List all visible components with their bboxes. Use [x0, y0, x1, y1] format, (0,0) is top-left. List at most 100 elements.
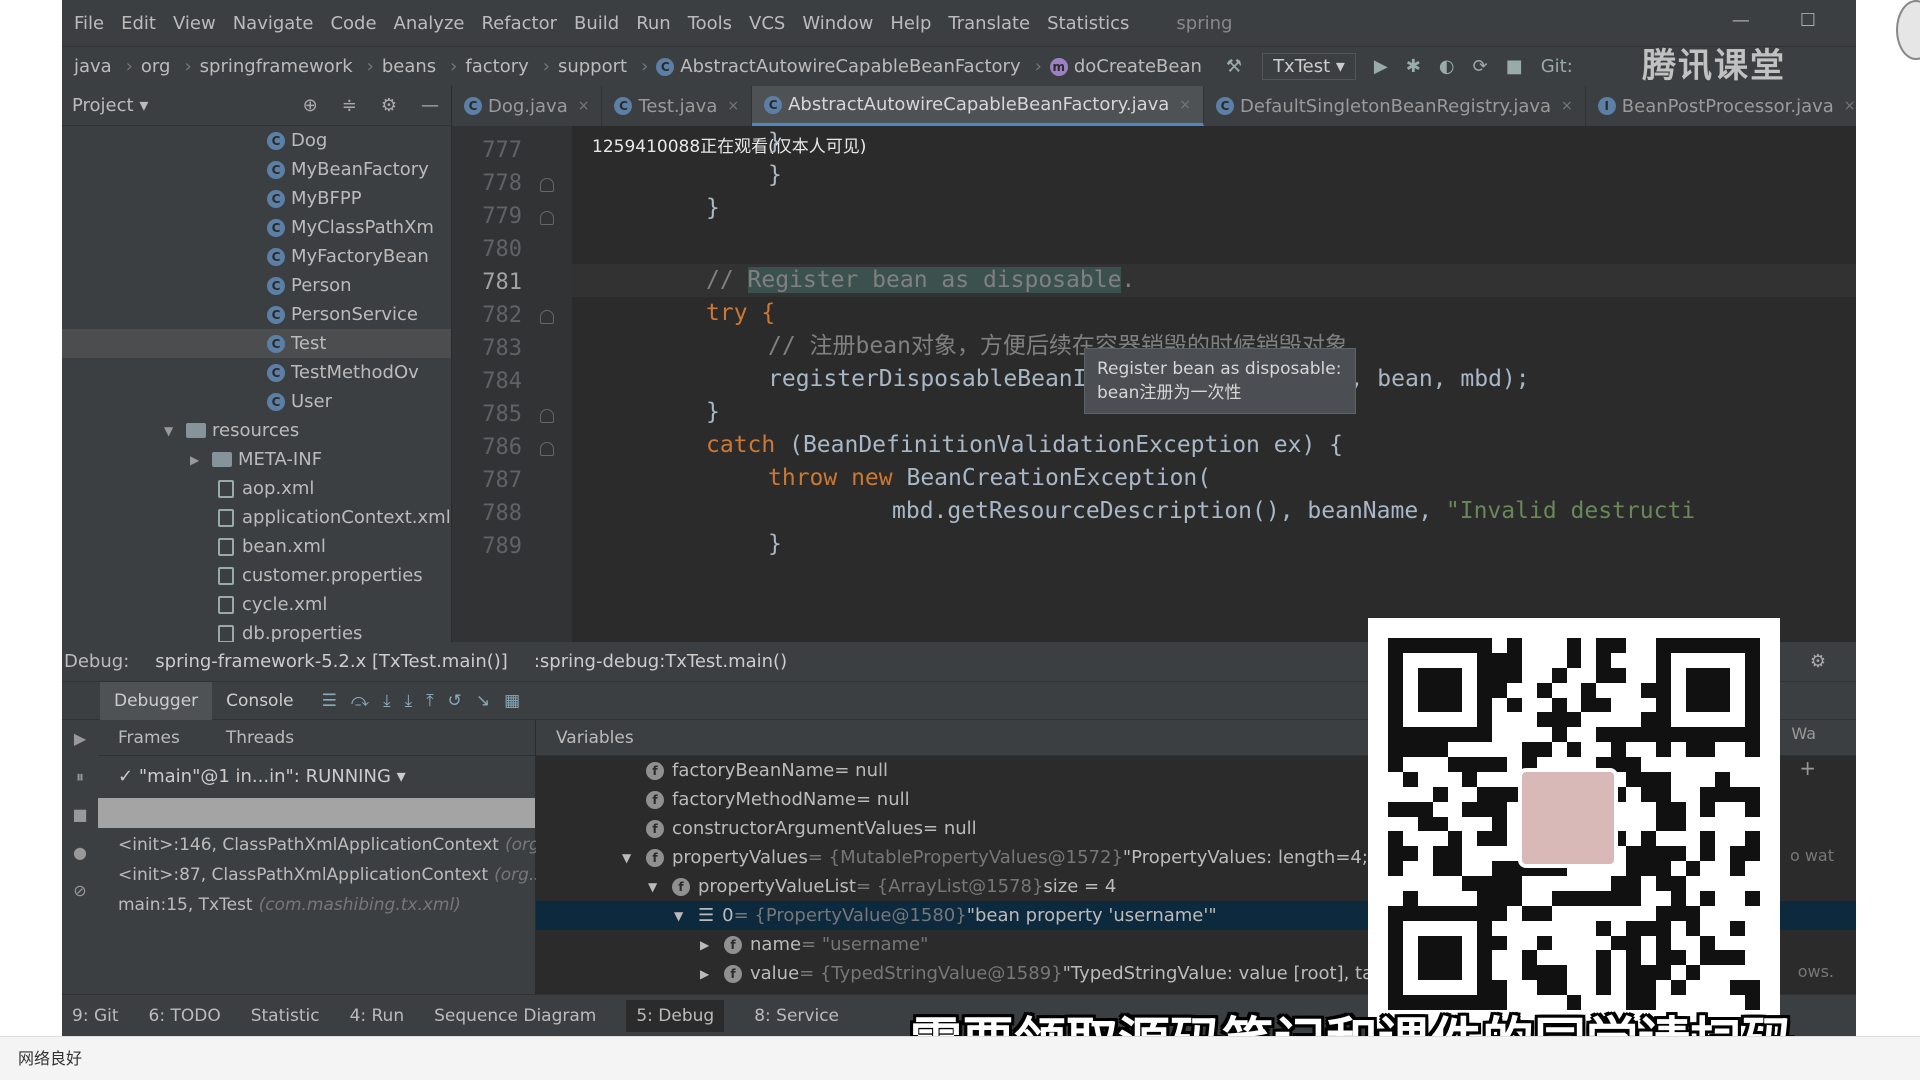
menu-file[interactable]: File — [74, 13, 104, 34]
tab-bean-post-processor[interactable]: I BeanPostProcessor.java × — [1586, 86, 1856, 126]
run-config-select[interactable]: TxTest ▾ — [1262, 53, 1356, 80]
fold-marker[interactable] — [540, 310, 554, 324]
tab-abstract-autowire-active[interactable]: C AbstractAutowireCapableBeanFactory.java… — [752, 86, 1205, 126]
tree-item[interactable]: customer.properties — [62, 561, 451, 590]
tree-item[interactable]: C TestMethodOv — [62, 358, 451, 387]
tab-frames[interactable]: Frames — [98, 728, 206, 748]
chevron-right-icon[interactable]: ▶ — [700, 938, 724, 952]
fold-marker[interactable] — [540, 409, 554, 423]
menu-tools[interactable]: Tools — [688, 13, 732, 34]
chevron-right-icon[interactable]: ▶ — [190, 453, 204, 467]
watches-label[interactable]: Wa — [1791, 724, 1816, 743]
frame-selected[interactable] — [98, 798, 535, 828]
tool-sequence-diagram[interactable]: Sequence Diagram — [434, 1006, 596, 1026]
hammer-icon[interactable]: ⚒ — [1226, 56, 1242, 77]
breadcrumb-java[interactable]: java — [74, 56, 112, 77]
stop-icon[interactable]: ■ — [62, 796, 98, 834]
tree-folder[interactable]: ▶ META-INF — [62, 445, 451, 474]
collapse-icon[interactable]: ≑ — [342, 95, 357, 116]
coverage-icon[interactable]: ◐ — [1439, 56, 1455, 77]
tool-statistic[interactable]: Statistic — [251, 1006, 320, 1026]
menu-vcs[interactable]: VCS — [749, 13, 785, 34]
breadcrumb-class[interactable]: AbstractAutowireCapableBeanFactory — [680, 56, 1020, 77]
debug-session-tab[interactable]: :spring-debug:TxTest.main() — [534, 651, 787, 672]
thread-select[interactable]: ✓ "main"@1 in...in": RUNNING ▾ — [98, 756, 535, 796]
menu-run[interactable]: Run — [636, 13, 671, 34]
menu-analyze[interactable]: Analyze — [394, 13, 465, 34]
step-into-icon[interactable]: ⤓ — [383, 691, 391, 711]
menu-code[interactable]: Code — [330, 13, 376, 34]
tree-item[interactable]: C MyFactoryBean — [62, 242, 451, 271]
menu-translate[interactable]: Translate — [948, 13, 1030, 34]
tool-todo[interactable]: 6: TODO — [149, 1006, 221, 1026]
force-step-into-icon[interactable]: ⤓ — [405, 691, 413, 711]
close-icon[interactable]: × — [727, 98, 739, 114]
tool-debug[interactable]: 5: Debug — [626, 999, 725, 1032]
fold-marker[interactable] — [540, 211, 554, 225]
breadcrumb-springframework[interactable]: springframework — [200, 56, 353, 77]
stack-frame[interactable]: main:15, TxTest (com.mashibing.tx.xml) — [98, 890, 535, 920]
tree-item[interactable]: bean.xml — [62, 532, 451, 561]
tree-item[interactable]: C User — [62, 387, 451, 416]
run-icon[interactable]: ▶ — [1374, 56, 1388, 77]
tool-service[interactable]: 8: Service — [754, 1006, 839, 1026]
step-out-icon[interactable]: ⤒ — [426, 691, 434, 711]
tree-item[interactable]: cycle.xml — [62, 590, 451, 619]
profile-icon[interactable]: ⟳ — [1473, 56, 1488, 77]
tree-item[interactable]: C Person — [62, 271, 451, 300]
stack-frame[interactable]: <init>:146, ClassPathXmlApplicationConte… — [98, 830, 540, 860]
tree-item[interactable]: C MyBFPP — [62, 184, 451, 213]
breadcrumb-org[interactable]: org — [141, 56, 171, 77]
evaluate-icon[interactable]: ▦ — [504, 691, 520, 711]
stack-frame[interactable]: <init>:87, ClassPathXmlApplicationContex… — [98, 860, 543, 890]
close-icon[interactable]: × — [1844, 98, 1856, 114]
hide-icon[interactable]: — — [421, 95, 439, 116]
menu-window[interactable]: Window — [802, 13, 873, 34]
tab-debugger[interactable]: Debugger — [100, 681, 213, 720]
menu-refactor[interactable]: Refactor — [481, 13, 557, 34]
tree-item[interactable]: aop.xml — [62, 474, 451, 503]
tree-item[interactable]: C MyBeanFactory — [62, 155, 451, 184]
user-avatar[interactable] — [1896, 0, 1920, 60]
debug-session-tab[interactable]: spring-framework-5.2.x [TxTest.main()] — [155, 651, 508, 672]
resume-icon[interactable]: ▶ — [62, 720, 98, 758]
minimize-button[interactable]: — — [1732, 10, 1750, 31]
close-icon[interactable]: × — [578, 98, 590, 114]
breadcrumb-method[interactable]: doCreateBean — [1074, 56, 1202, 77]
menu-statistics[interactable]: Statistics — [1047, 13, 1129, 34]
gear-icon[interactable]: ⚙ — [381, 95, 397, 116]
menu-edit[interactable]: Edit — [121, 13, 156, 34]
chevron-down-icon[interactable]: ▼ — [648, 880, 672, 894]
tree-item[interactable]: applicationContext.xml — [62, 503, 451, 532]
tab-test[interactable]: C Test.java × — [602, 86, 753, 126]
chevron-right-icon[interactable]: ▶ — [700, 967, 724, 981]
breadcrumb-support[interactable]: support — [558, 56, 627, 77]
close-icon[interactable]: × — [1561, 98, 1573, 114]
stop-icon[interactable]: ■ — [1506, 56, 1523, 77]
tree-item-selected[interactable]: C Test — [62, 329, 451, 358]
menu-help[interactable]: Help — [890, 13, 931, 34]
add-watch-icon[interactable]: + — [1799, 756, 1816, 780]
chevron-down-icon[interactable]: ▼ — [622, 851, 646, 865]
tree-item[interactable]: C PersonService — [62, 300, 451, 329]
debug-icon[interactable]: ✱ — [1406, 56, 1421, 77]
menu-view[interactable]: View — [173, 13, 216, 34]
tree-folder[interactable]: ▼ resources — [62, 416, 451, 445]
gear-icon[interactable]: ⚙ — [1810, 651, 1826, 672]
maximize-button[interactable]: ☐ — [1800, 10, 1816, 31]
chevron-down-icon[interactable]: ▼ — [164, 424, 178, 438]
tab-default-singleton[interactable]: C DefaultSingletonBeanRegistry.java × — [1204, 86, 1586, 126]
menu-icon[interactable]: ☰ — [322, 691, 337, 711]
run-to-cursor-icon[interactable]: ↘ — [476, 691, 490, 711]
drop-frame-icon[interactable]: ↺ — [448, 691, 462, 711]
step-over-icon[interactable]: ⤼ — [351, 691, 369, 711]
tool-git[interactable]: 9: Git — [72, 1006, 119, 1026]
project-panel-title[interactable]: Project — [72, 95, 134, 116]
menu-navigate[interactable]: Navigate — [233, 13, 314, 34]
breadcrumb-beans[interactable]: beans — [382, 56, 436, 77]
tree-item[interactable]: C MyClassPathXm — [62, 213, 451, 242]
tree-item[interactable]: C Dog — [62, 126, 451, 155]
close-icon[interactable]: × — [1179, 97, 1191, 113]
fold-marker[interactable] — [540, 442, 554, 456]
fold-marker[interactable] — [540, 178, 554, 192]
